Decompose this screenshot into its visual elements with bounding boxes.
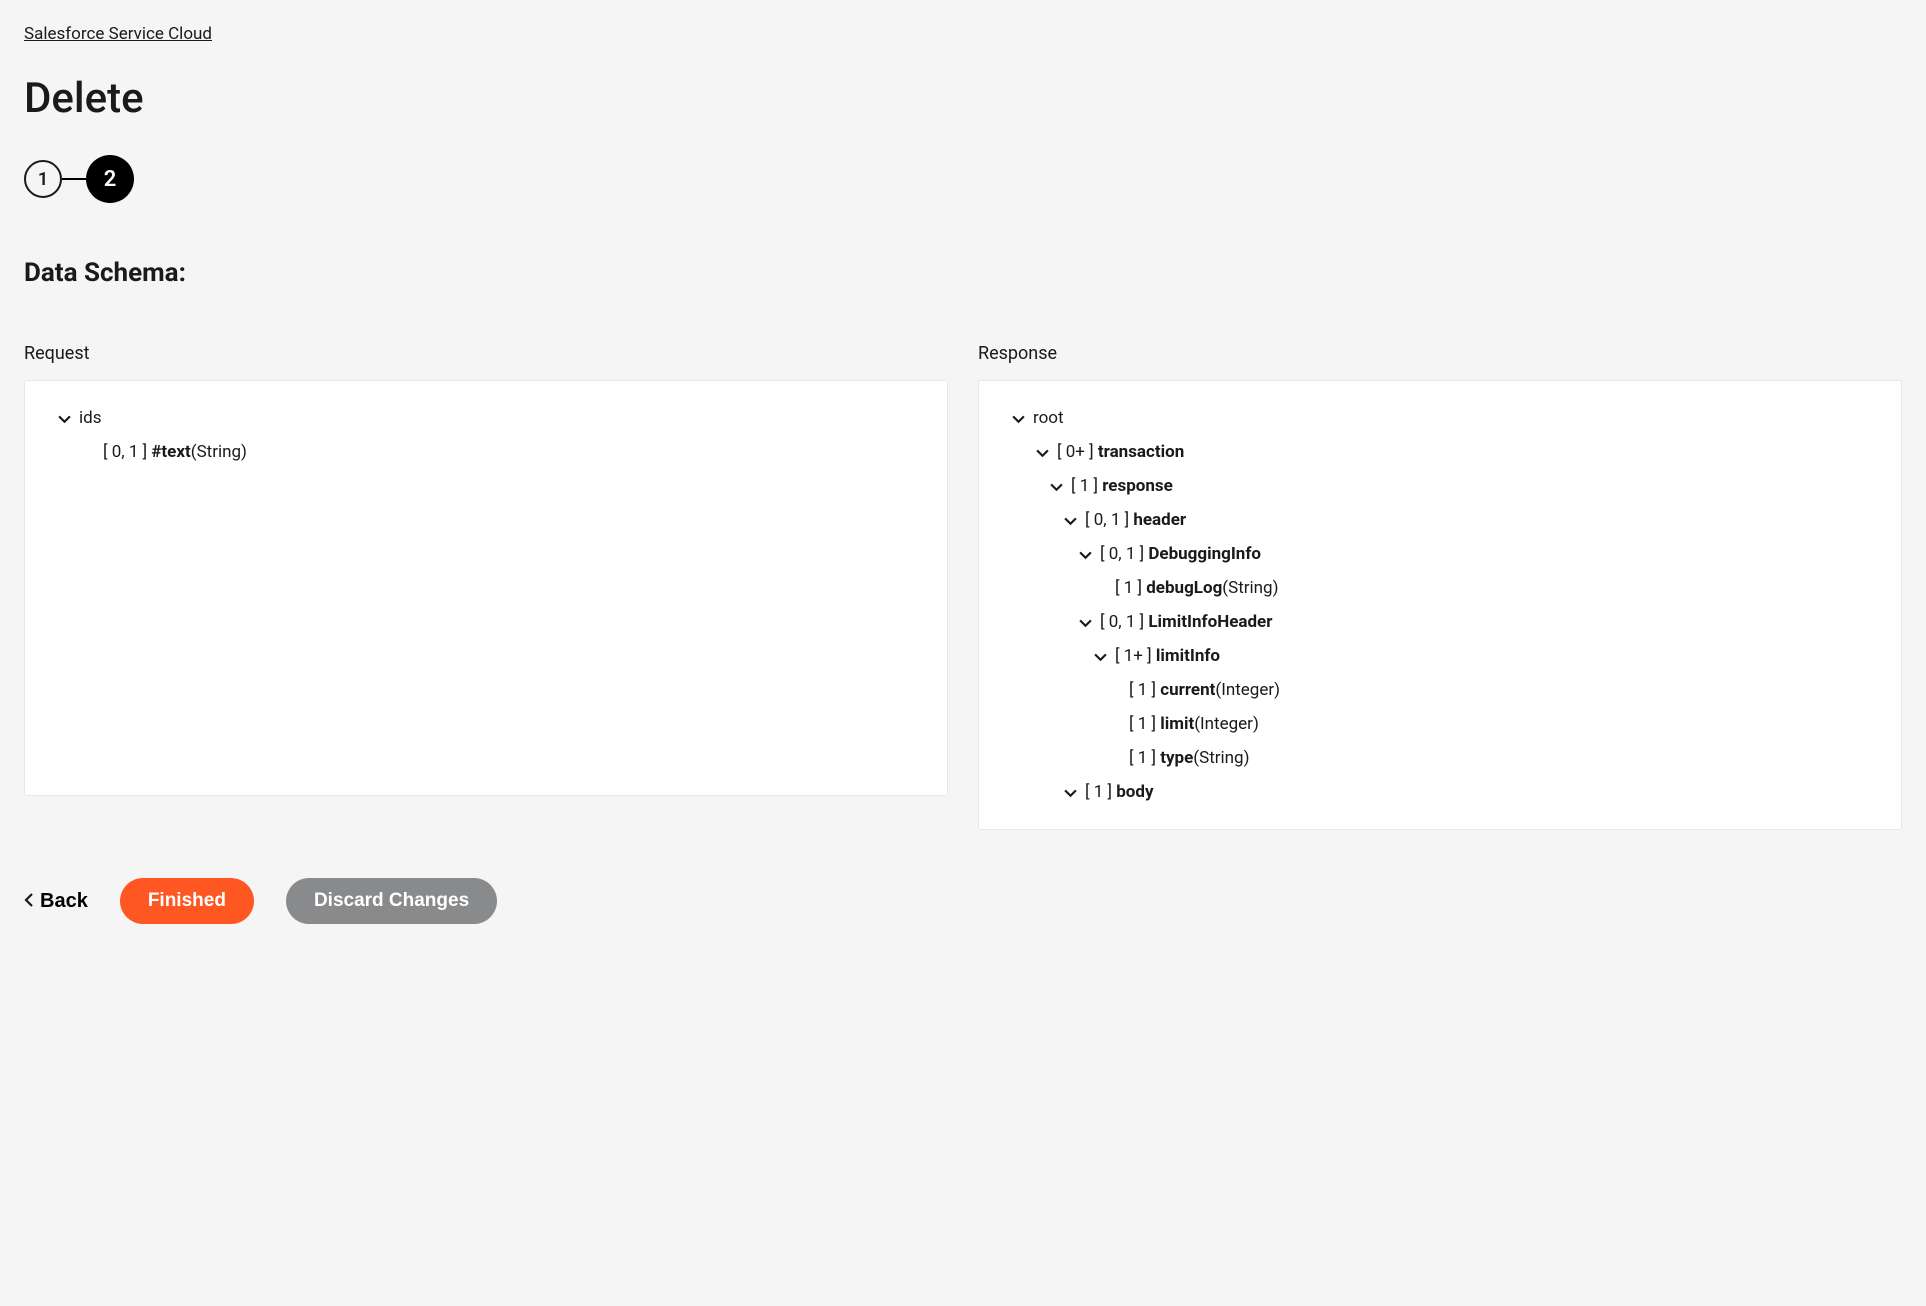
tree-node-type: (Integer) [1215,673,1280,707]
tree-cardinality: [ 1+ ] [1115,639,1156,673]
tree-node-ids[interactable]: ids [55,401,917,435]
back-button[interactable]: Back [24,890,88,913]
tree-node-transaction[interactable]: [ 0+ ] transaction [1009,435,1871,469]
chevron-down-icon[interactable] [1033,446,1051,459]
chevron-down-icon[interactable] [1091,650,1109,663]
step-2[interactable]: 2 [86,155,134,203]
tree-node-limitinfo[interactable]: [ 1+ ] limitInfo [1009,639,1871,673]
tree-node-body[interactable]: [ 1 ] body [1009,775,1871,809]
tree-node-debugginginfo[interactable]: [ 0, 1 ] DebuggingInfo [1009,537,1871,571]
request-column: Request ids [ 0, 1 ] #text (String) [24,343,948,830]
tree-node-type: (String) [1193,741,1249,775]
tree-cardinality: [ 0, 1 ] [1100,537,1148,571]
chevron-down-icon[interactable] [55,412,73,425]
request-label: Request [24,343,948,364]
tree-node-limit[interactable]: [ 1 ] limit (Integer) [1009,707,1871,741]
step-connector [62,178,86,180]
chevron-down-icon[interactable] [1047,480,1065,493]
stepper: 1 2 [24,155,1902,203]
back-button-label: Back [40,890,88,913]
chevron-left-icon [24,890,34,913]
page-title: Delete [24,74,1902,123]
tree-node-label: ids [79,401,102,435]
tree-cardinality: [ 1 ] [1115,571,1146,605]
tree-node-label: root [1033,401,1064,435]
tree-node-current[interactable]: [ 1 ] current (Integer) [1009,673,1871,707]
tree-node-name: DebuggingInfo [1148,537,1261,571]
tree-cardinality: [ 1 ] [1129,673,1160,707]
response-column: Response root [ 0+ ] transaction [ 1 [978,343,1902,830]
tree-node-text[interactable]: [ 0, 1 ] #text (String) [55,435,917,469]
tree-node-type: (String) [191,435,247,469]
tree-cardinality: [ 0, 1 ] [1100,605,1148,639]
section-title: Data Schema: [24,258,1902,288]
tree-node-name: LimitInfoHeader [1148,605,1272,639]
chevron-down-icon[interactable] [1061,786,1079,799]
tree-cardinality: [ 0+ ] [1057,435,1098,469]
chevron-down-icon[interactable] [1076,548,1094,561]
chevron-down-icon[interactable] [1009,412,1027,425]
breadcrumb-link[interactable]: Salesforce Service Cloud [24,24,1902,44]
tree-cardinality: [ 1 ] [1129,707,1160,741]
footer-actions: Back Finished Discard Changes [24,878,1902,924]
tree-node-name: #text [151,435,190,469]
tree-node-debuglog[interactable]: [ 1 ] debugLog (String) [1009,571,1871,605]
tree-node-response[interactable]: [ 1 ] response [1009,469,1871,503]
tree-node-type: (Integer) [1194,707,1259,741]
tree-node-root[interactable]: root [1009,401,1871,435]
tree-node-name: header [1133,503,1186,537]
response-label: Response [978,343,1902,364]
request-schema-box: ids [ 0, 1 ] #text (String) [24,380,948,796]
tree-node-name: body [1116,775,1153,809]
tree-node-name: current [1160,673,1215,707]
finished-button[interactable]: Finished [120,878,254,924]
discard-changes-button[interactable]: Discard Changes [286,878,497,924]
tree-cardinality: [ 1 ] [1129,741,1160,775]
tree-node-header[interactable]: [ 0, 1 ] header [1009,503,1871,537]
chevron-down-icon[interactable] [1076,616,1094,629]
tree-node-name: limitInfo [1156,639,1220,673]
response-schema-box: root [ 0+ ] transaction [ 1 ] response [978,380,1902,830]
tree-node-limitinfoheader[interactable]: [ 0, 1 ] LimitInfoHeader [1009,605,1871,639]
tree-node-type: (String) [1222,571,1278,605]
tree-node-type-field[interactable]: [ 1 ] type (String) [1009,741,1871,775]
tree-node-name: limit [1160,707,1194,741]
tree-cardinality: [ 1 ] [1071,469,1102,503]
chevron-down-icon[interactable] [1061,514,1079,527]
tree-cardinality: [ 0, 1 ] [1085,503,1133,537]
tree-node-name: transaction [1098,435,1184,469]
tree-node-name: type [1160,741,1193,775]
tree-cardinality: [ 1 ] [1085,775,1116,809]
tree-node-name: response [1102,469,1173,503]
step-1[interactable]: 1 [24,160,62,198]
tree-node-name: debugLog [1146,571,1222,605]
tree-cardinality: [ 0, 1 ] [103,435,151,469]
